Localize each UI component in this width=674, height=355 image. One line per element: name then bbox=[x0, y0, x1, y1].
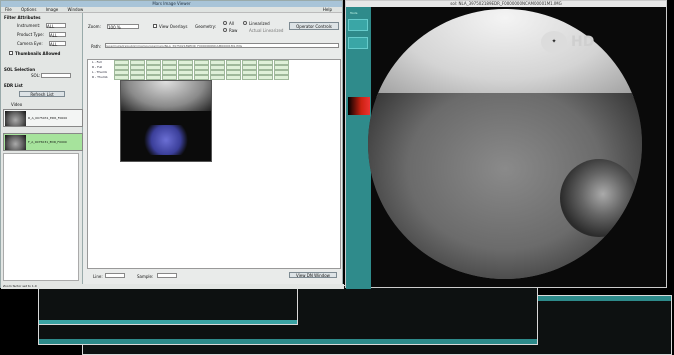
overlays-label: View Overlays bbox=[159, 24, 188, 29]
camera-select[interactable]: ALL bbox=[49, 41, 66, 47]
filter-heading: Filter Attributes bbox=[4, 15, 41, 20]
image-cell[interactable] bbox=[242, 75, 257, 80]
refresh-list-button[interactable]: Refresh List bbox=[19, 91, 65, 97]
menu-file[interactable]: File bbox=[5, 7, 12, 12]
product-label: Product Type: bbox=[17, 32, 44, 37]
image-cell[interactable] bbox=[226, 75, 241, 80]
camera-window-title: sol: NLA_397502189EDR_F0000000NCAM00001M… bbox=[346, 1, 666, 7]
sample-field[interactable] bbox=[157, 273, 177, 278]
thumbnail-image bbox=[5, 135, 26, 150]
camera-image-window: sol: NLA_397502189EDR_F0000000NCAM00001M… bbox=[345, 0, 667, 289]
preview-sky bbox=[121, 81, 211, 111]
menu-image[interactable]: Image bbox=[46, 7, 59, 12]
menu-options[interactable]: Options bbox=[21, 7, 36, 12]
sol-label: SOL: bbox=[31, 73, 41, 78]
path-label: Path: bbox=[91, 44, 102, 49]
sidebar-list-area bbox=[3, 153, 79, 281]
menu-help[interactable]: Help bbox=[323, 7, 332, 13]
product-select[interactable]: ALL bbox=[49, 32, 66, 38]
preview-image[interactable] bbox=[120, 80, 212, 162]
background-window-1 bbox=[38, 285, 298, 325]
image-cell[interactable] bbox=[258, 75, 273, 80]
nasa-logo: ✦ bbox=[541, 31, 567, 53]
geometry-raw-radio[interactable] bbox=[223, 28, 227, 32]
image-cell[interactable] bbox=[210, 75, 225, 80]
line-label: Line: bbox=[93, 274, 103, 279]
geometry-label: Geometry: bbox=[195, 24, 217, 29]
thumbnails-checkbox[interactable] bbox=[9, 51, 13, 55]
row-label: R - Thumb bbox=[92, 75, 108, 79]
geometry-linearized-radio[interactable] bbox=[243, 21, 247, 25]
instrument-select[interactable]: ALL bbox=[46, 23, 66, 29]
menu-window[interactable]: Window bbox=[68, 7, 84, 12]
image-cell[interactable] bbox=[274, 75, 289, 80]
edr-heading: EDR List bbox=[4, 83, 23, 88]
hd-watermark: HD bbox=[571, 34, 595, 50]
thumbnail-image bbox=[5, 111, 26, 126]
status-bar: Zoom factor set to 1.0 bbox=[1, 284, 344, 289]
side-thumb[interactable] bbox=[348, 37, 368, 49]
geometry-raw-label: Raw bbox=[229, 28, 238, 33]
geometry-all-radio[interactable] bbox=[223, 21, 227, 25]
operator-controls-button[interactable]: Operator Controls bbox=[289, 22, 339, 30]
overlays-checkbox[interactable] bbox=[153, 24, 157, 28]
side-red-thumb[interactable] bbox=[348, 97, 370, 115]
sample-label: Sample: bbox=[137, 274, 154, 279]
thumbnails-label: Thumbnails Allowed bbox=[15, 51, 61, 56]
side-tools-label[interactable]: Tools bbox=[350, 11, 357, 15]
sidebar: Filter Attributes Instrument: ALL Produc… bbox=[1, 13, 83, 284]
list-item-label: F_A_0075031_EDR_F0000 bbox=[28, 140, 67, 144]
sol-input[interactable] bbox=[41, 73, 71, 78]
list-item[interactable]: F_A_0075031_EDR_F0000 bbox=[3, 133, 83, 151]
sky-region bbox=[368, 9, 642, 97]
zoom-select[interactable]: 100 % bbox=[107, 24, 139, 30]
list-item[interactable]: R_A_0075031_EDR_F0000 bbox=[3, 109, 83, 127]
path-field[interactable]: /eos/msl/edrs/public/msl/ops/ops/mars/NL… bbox=[105, 43, 339, 48]
image-table: L - Full R - Full L - Thumb R - Thumb bbox=[87, 59, 341, 269]
rover-wheel bbox=[560, 159, 638, 237]
geometry-linearized-label: Linearized bbox=[249, 21, 270, 26]
background-window-strip bbox=[39, 320, 297, 324]
video-label: Video bbox=[11, 102, 23, 107]
background-window-bar bbox=[39, 339, 537, 344]
image-viewer-window: Mars Image Viewer File Options Image Win… bbox=[0, 0, 344, 289]
instrument-label: Instrument: bbox=[17, 23, 41, 28]
mars-camera-image[interactable] bbox=[368, 9, 642, 279]
geometry-actual-label: Actual Linearized bbox=[249, 28, 284, 33]
list-item-label: R_A_0075031_EDR_F0000 bbox=[28, 116, 68, 120]
line-field[interactable] bbox=[105, 273, 125, 278]
geometry-all-label: All bbox=[229, 21, 234, 26]
view-dn-window-button[interactable]: View DN Window bbox=[289, 272, 337, 278]
side-thumb[interactable] bbox=[348, 19, 368, 31]
preview-overlay bbox=[141, 125, 191, 155]
camera-label: Camera Eye: bbox=[17, 41, 43, 46]
sol-heading: SOL Selection bbox=[4, 67, 36, 72]
zoom-label: Zoom: bbox=[88, 24, 101, 29]
